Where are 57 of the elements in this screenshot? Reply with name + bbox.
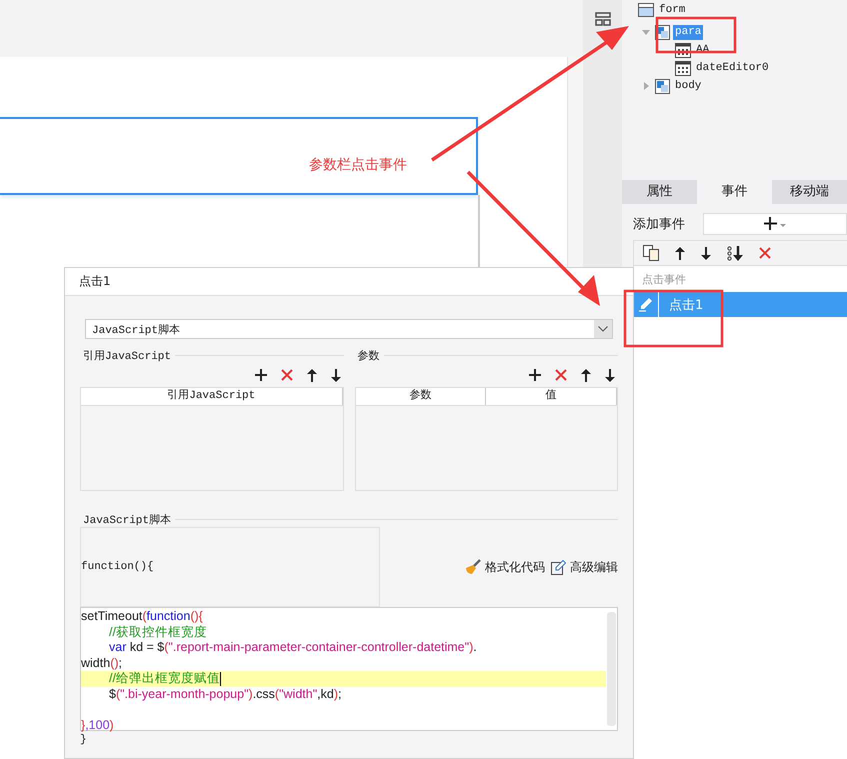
advanced-edit-button[interactable]: 高级编辑 [551,558,618,576]
pencil-icon [639,297,653,312]
layout-button[interactable] [594,10,610,28]
section-title: 参数 [358,349,380,362]
window-icon [638,3,654,17]
annotation-text: 参数栏点击事件 [309,156,407,174]
section-title: JavaScript脚本 [83,513,172,526]
add-event-label: 添加事件 [633,216,686,233]
down-arrow-icon [330,368,340,382]
layout-icon [594,12,610,26]
calendar-icon [675,60,691,76]
edit-icon [551,560,566,574]
code-line: setTimeout(function(){ [81,609,203,624]
code-line: width(); [81,656,122,671]
column-header: 参数 [356,388,486,405]
plus-icon [529,369,541,381]
move-bottom-icon [727,246,743,260]
tab[interactable]: 属性 [622,180,697,204]
column-header: 引用JavaScript [81,388,342,405]
up-arrow-icon [306,368,316,382]
tab[interactable]: 移动端 [772,180,847,204]
format-code-button[interactable]: 格式化代码 [465,558,545,576]
plus-icon [764,217,786,231]
tree-toggle-icon[interactable] [642,28,650,36]
up-arrow-icon [581,368,591,382]
code-editor[interactable]: setTimeout(function(){ //获取控件框宽度 var kd = $(".report-main-parameter-container-controller-datetime"). width(); //给弹出框宽度赋值 $(".bi-year-month-popup").css("width",kd); },100) [80,607,618,731]
copy-icon [643,245,659,261]
code-text: function(){ [81,561,154,573]
code-line: },100) [81,718,114,733]
list-header: 点击事件 [641,272,687,288]
section-title: 引用JavaScript [83,349,172,362]
tree-item[interactable]: form [657,2,688,18]
code-text: } [80,734,87,746]
delete-icon [280,369,292,381]
dialog-title: 点击1 [65,268,633,296]
column-header: 值 [486,388,617,405]
code-line: //获取控件框宽度 [109,624,207,640]
tree-item[interactable]: body [673,78,704,94]
up-arrow-icon [675,246,685,260]
script-type-select[interactable]: JavaScript脚本 [85,319,613,339]
down-arrow-icon [701,246,711,260]
code-line: var kd = $(".report-main-parameter-container-controller-datetime"). [109,640,477,656]
delete-icon [555,369,567,381]
tree-item[interactable]: dateEditor0 [694,60,771,76]
plus-icon [254,369,266,381]
delete-icon [759,247,771,259]
code-line: //给弹出框宽度赋值 [109,671,220,686]
tab[interactable]: 事件 [697,180,772,204]
down-arrow-icon [605,368,615,382]
copy-button[interactable] [640,243,662,263]
panel-icon [655,78,670,94]
broom-icon [465,559,481,575]
tree-toggle-icon[interactable] [642,82,650,90]
text-cursor [220,672,222,686]
add-button[interactable] [526,367,544,383]
chevron-down-icon [598,326,608,332]
code-line: $(".bi-year-month-popup").css("width",kd); [109,686,342,702]
